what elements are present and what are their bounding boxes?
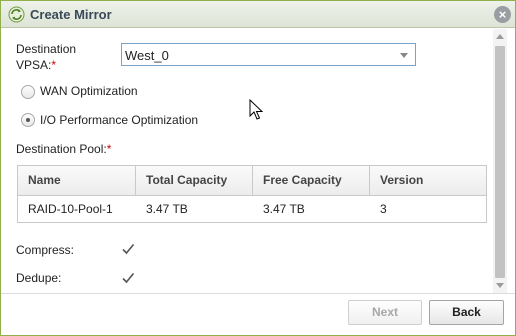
destination-pool-table: Name Total Capacity Free Capacity Versio… [17, 165, 487, 223]
scroll-up-arrow-icon[interactable] [496, 34, 504, 39]
dialog-title: Create Mirror [30, 7, 112, 22]
column-header-name[interactable]: Name [18, 166, 136, 195]
io-performance-optimization-radio[interactable] [21, 113, 35, 127]
cell-free-capacity: 3.47 TB [263, 202, 305, 216]
dedupe-checkbox[interactable] [121, 271, 135, 285]
destination-pool-label-text: Destination Pool: [16, 142, 107, 156]
table-header: Name Total Capacity Free Capacity Versio… [18, 166, 486, 196]
create-mirror-dialog: Create Mirror × Destination VPSA:* West_… [0, 0, 516, 336]
destination-vpsa-label-text: Destination VPSA: [16, 42, 77, 72]
dialog-footer: Next Back [1, 293, 515, 335]
table-row[interactable]: RAID-10-Pool-1 3.47 TB 3.47 TB 3 [18, 196, 486, 222]
next-button[interactable]: Next [348, 300, 422, 325]
mouse-pointer-icon [249, 99, 263, 120]
cell-total-capacity: 3.47 TB [146, 202, 188, 216]
wan-optimization-radio[interactable] [21, 85, 35, 99]
cell-version: 3 [380, 202, 387, 216]
scroll-down-arrow-icon[interactable] [496, 283, 504, 288]
compress-label: Compress: [16, 243, 75, 257]
wan-optimization-label: WAN Optimization [40, 84, 138, 98]
destination-vpsa-value: West_0 [125, 48, 169, 63]
cell-name: RAID-10-Pool-1 [28, 202, 113, 216]
column-header-version[interactable]: Version [370, 166, 486, 195]
required-marker: * [106, 142, 112, 156]
destination-pool-label: Destination Pool:* [16, 142, 111, 156]
close-icon: × [498, 7, 507, 22]
io-performance-optimization-label: I/O Performance Optimization [40, 113, 199, 127]
mirror-icon [8, 6, 25, 23]
column-header-total-capacity[interactable]: Total Capacity [136, 166, 253, 195]
close-button[interactable]: × [494, 6, 511, 23]
column-header-free-capacity[interactable]: Free Capacity [253, 166, 370, 195]
dedupe-label: Dedupe: [16, 271, 62, 285]
required-marker: * [51, 58, 57, 72]
chevron-down-icon[interactable] [400, 53, 408, 58]
dialog-titlebar[interactable]: Create Mirror × [1, 1, 515, 28]
dialog-content: Destination VPSA:* West_0 WAN Optimizati… [2, 29, 492, 293]
destination-vpsa-label: Destination VPSA:* [16, 41, 96, 73]
vertical-scrollbar[interactable] [493, 29, 507, 293]
back-button[interactable]: Back [429, 300, 504, 325]
compress-checkbox[interactable] [121, 242, 135, 256]
destination-vpsa-select[interactable]: West_0 [121, 43, 416, 66]
scrollbar-thumb[interactable] [495, 46, 505, 278]
